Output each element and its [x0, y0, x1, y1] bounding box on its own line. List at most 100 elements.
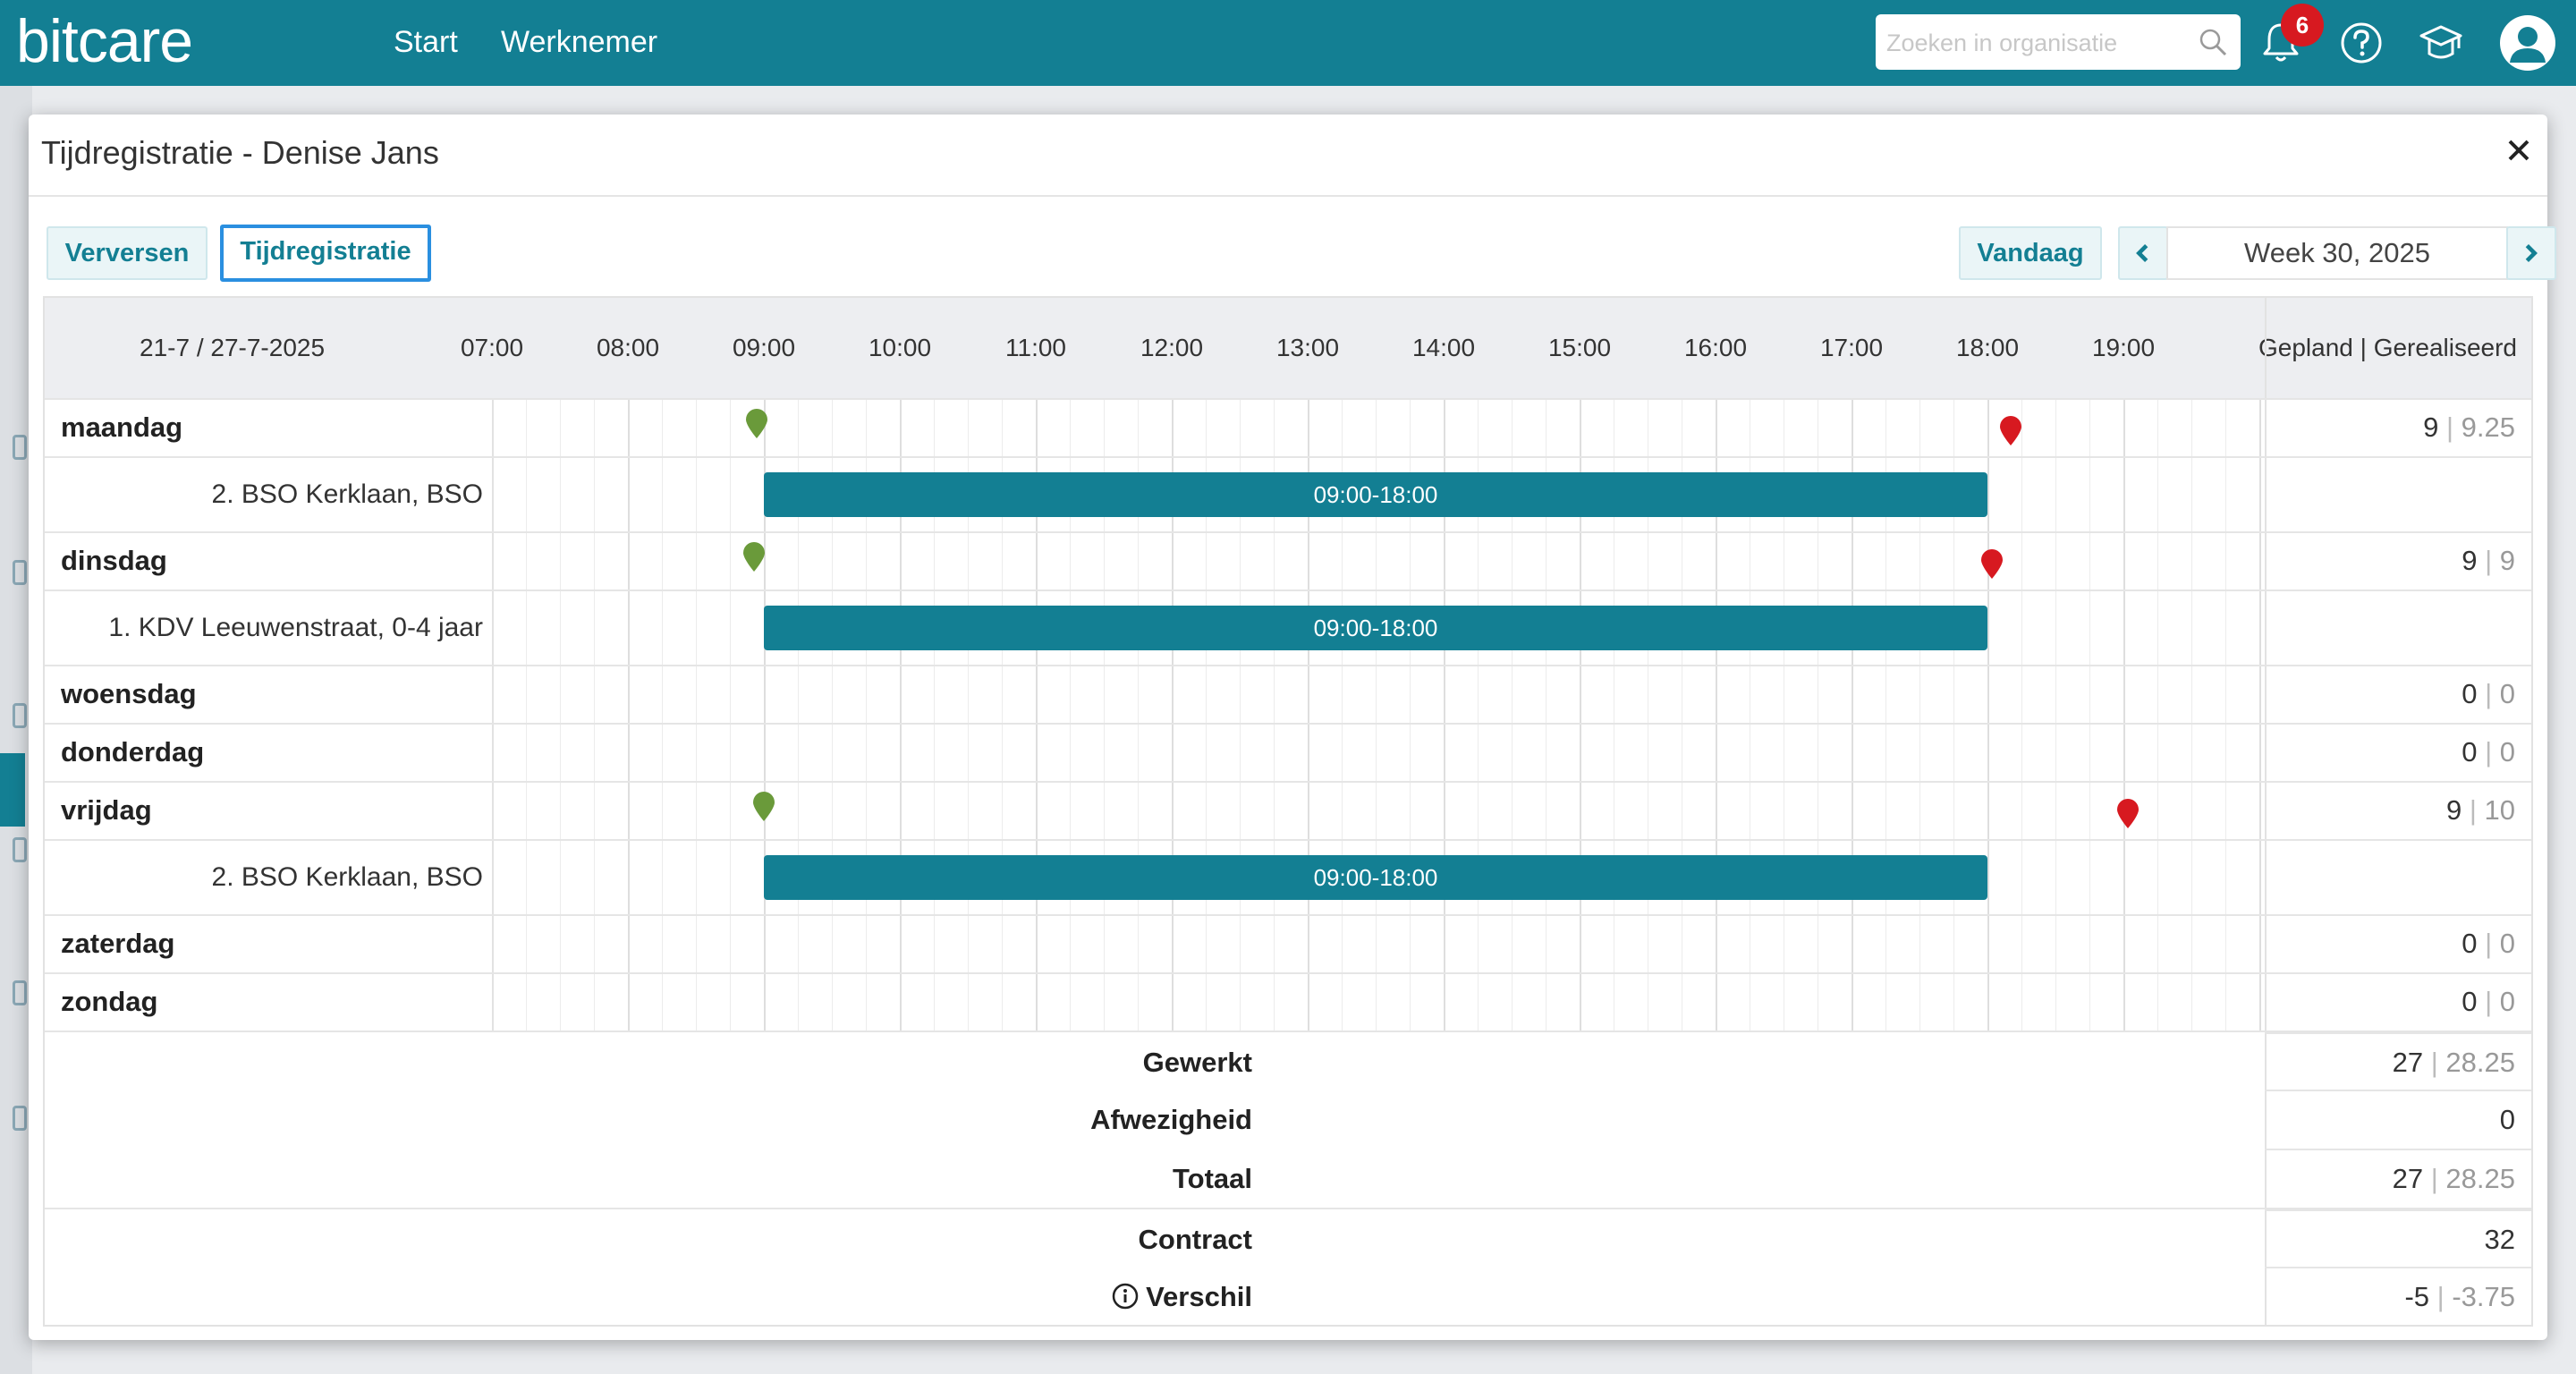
day-hours: 9 | 9.25 — [2423, 411, 2515, 444]
info-icon[interactable] — [1112, 1283, 1139, 1310]
day-hours: 9 | 10 — [2446, 794, 2515, 827]
summary-label: Afwezigheid — [1090, 1104, 1252, 1136]
summary-row: Gewerkt 27 | 28.25 — [45, 1030, 2531, 1090]
background-sidebar-icon — [13, 980, 27, 1005]
time-registration-modal: Tijdregistratie - Denise Jans Verversen … — [29, 114, 2556, 1340]
summary-value: 27 | 28.25 — [2393, 1163, 2515, 1195]
hours-separator: | — [2423, 1163, 2446, 1194]
summary-value: 32 — [2485, 1224, 2515, 1256]
today-button[interactable]: Vandaag — [1959, 226, 2102, 280]
day-row: vrijdag 9 | 10 — [45, 781, 2531, 839]
summary-row: Contract 32 — [45, 1208, 2531, 1267]
shift-location: 2. BSO Kerklaan, BSO — [211, 862, 483, 892]
checkout-marker-icon[interactable] — [2116, 799, 2140, 829]
summary-label-text: Verschil — [1146, 1281, 1252, 1312]
realized-hours: 0 — [2499, 736, 2515, 768]
search-icon[interactable] — [2198, 27, 2228, 57]
modal-header: Tijdregistratie - Denise Jans — [29, 114, 2547, 197]
day-row: maandag 9 | 9.25 — [45, 398, 2531, 456]
summary-planned: -5 — [2404, 1281, 2430, 1312]
summary-single-value: 0 — [2499, 1104, 2515, 1135]
hour-label: 17:00 — [1819, 334, 1884, 361]
day-name: zaterdag — [61, 928, 175, 959]
checkin-marker-icon[interactable] — [752, 792, 775, 822]
day-row: woensdag 0 | 0 — [45, 665, 2531, 723]
totals-header: Gepland | Gerealiseerd — [2258, 334, 2517, 361]
hour-label: 13:00 — [1275, 334, 1340, 361]
checkout-marker-icon[interactable] — [1980, 549, 2004, 580]
top-navigation-bar: bitcare Start Werknemer 6 — [0, 0, 2576, 86]
day-hours: 0 | 0 — [2462, 928, 2515, 960]
timereg-button[interactable]: Tijdregistratie — [220, 225, 431, 282]
hours-separator: | — [2477, 678, 2500, 709]
time-grid: 21-7 / 27-7-2025 07:00 08:00 09:00 10:00 11:… — [43, 296, 2533, 1327]
day-hours: 9 | 9 — [2462, 545, 2515, 577]
background-sidebar-icon — [13, 703, 27, 728]
chevron-left-icon — [2136, 244, 2148, 262]
hour-label: 07:00 — [460, 334, 524, 361]
hour-label: 16:00 — [1683, 334, 1748, 361]
hours-separator: | — [2477, 986, 2500, 1017]
hour-label: 09:00 — [732, 334, 796, 361]
summary-label-text: Gewerkt — [1142, 1047, 1252, 1078]
next-week-button[interactable] — [2506, 226, 2556, 280]
graduation-cap-icon[interactable] — [2418, 20, 2464, 66]
shift-bar[interactable]: 09:00-18:00 — [764, 472, 1987, 517]
day-row: zondag 0 | 0 — [45, 972, 2531, 1030]
hour-label: 19:00 — [2091, 334, 2156, 361]
help-icon[interactable] — [2338, 20, 2385, 66]
planned-hours: 0 — [2462, 678, 2478, 709]
hour-label: 12:00 — [1140, 334, 1204, 361]
grid-header: 21-7 / 27-7-2025 07:00 08:00 09:00 10:00 11:… — [45, 298, 2531, 398]
bitcare-logo[interactable]: bitcare — [16, 5, 193, 77]
user-avatar-icon[interactable] — [2499, 14, 2556, 72]
summary-planned: 27 — [2392, 1163, 2424, 1194]
background-sidebar-icon — [13, 837, 27, 862]
notification-badge[interactable]: 6 — [2281, 4, 2324, 47]
summary-row: Totaal 27 | 28.25 — [45, 1149, 2531, 1208]
hours-separator: | — [2477, 736, 2500, 768]
day-name: woensdag — [61, 678, 197, 709]
hours-separator: | — [2477, 545, 2500, 576]
planned-hours: 9 — [2462, 545, 2478, 576]
day-hours: 0 | 0 — [2462, 986, 2515, 1018]
summary-value: 0 — [2500, 1104, 2515, 1136]
close-icon[interactable] — [2503, 134, 2535, 166]
background-sidebar-icon — [13, 1106, 27, 1131]
summary-single-value: 32 — [2484, 1224, 2515, 1255]
week-selector[interactable]: Week 30, 2025 — [2166, 226, 2508, 280]
background-sidebar-selected — [0, 753, 25, 827]
modal-title: Tijdregistratie - Denise Jans — [41, 134, 439, 171]
shift-row: 1. KDV Leeuwenstraat, 0-4 jaar 09:00-18:0… — [45, 589, 2531, 665]
hours-separator: | — [2462, 794, 2485, 826]
nav-start[interactable]: Start — [394, 21, 458, 63]
summary-cell-border — [2265, 1090, 2531, 1091]
summary-label: Verschil — [1112, 1281, 1252, 1313]
previous-week-button[interactable] — [2118, 226, 2168, 280]
shift-bar[interactable]: 09:00-18:00 — [764, 606, 1987, 650]
hours-separator: | — [2477, 928, 2500, 959]
summary-planned: 27 — [2392, 1047, 2424, 1078]
shift-row: 2. BSO Kerklaan, BSO 09:00-18:00 — [45, 839, 2531, 914]
planned-hours: 0 — [2462, 986, 2478, 1017]
nav-werknemer[interactable]: Werknemer — [501, 21, 657, 63]
checkin-marker-icon[interactable] — [745, 409, 768, 439]
shift-location: 2. BSO Kerklaan, BSO — [211, 479, 483, 509]
summary-label-text: Afwezigheid — [1090, 1104, 1252, 1135]
hour-label: 08:00 — [596, 334, 660, 361]
refresh-button[interactable]: Verversen — [47, 226, 208, 280]
hour-label: 11:00 — [1005, 334, 1066, 361]
checkout-marker-icon[interactable] — [1999, 416, 2022, 446]
planned-hours: 9 — [2423, 411, 2439, 443]
checkin-marker-icon[interactable] — [742, 542, 766, 572]
date-range: 21-7 / 27-7-2025 — [140, 334, 326, 361]
background-sidebar — [0, 86, 32, 1374]
realized-hours: 0 — [2499, 928, 2515, 959]
background-sidebar-icon — [13, 435, 27, 460]
summary-label: Contract — [1139, 1224, 1252, 1256]
shift-bar[interactable]: 09:00-18:00 — [764, 855, 1987, 900]
search-input[interactable] — [1885, 14, 2192, 72]
day-row: donderdag 0 | 0 — [45, 723, 2531, 781]
hours-separator: | — [2429, 1281, 2453, 1312]
summary-realized: 28.25 — [2445, 1163, 2515, 1194]
